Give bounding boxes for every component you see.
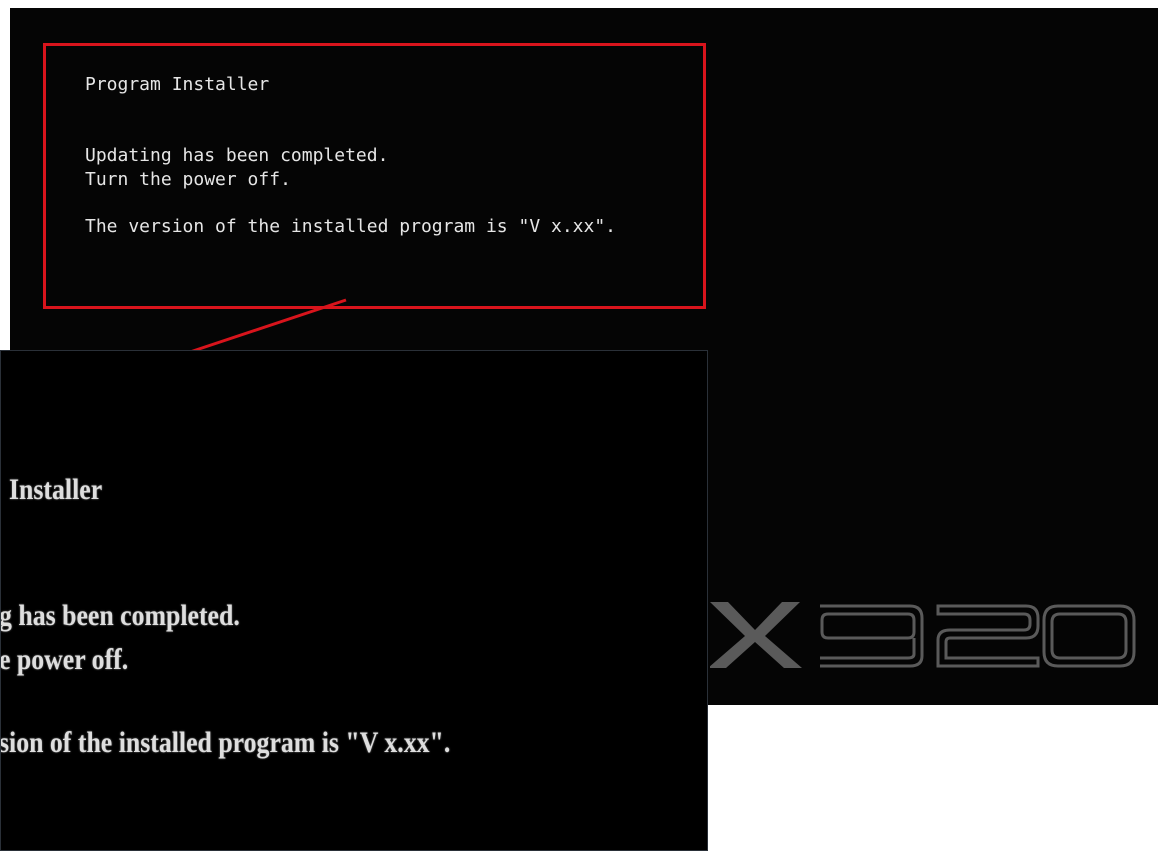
version-message: The version of the installed program is …	[85, 216, 617, 237]
zoomed-detail-panel: Installer g has been completed. e power …	[0, 350, 708, 851]
zoom-installer-title: Installer	[9, 473, 103, 506]
zoom-power-off-message: e power off.	[0, 643, 129, 676]
model-logo-watermark	[710, 602, 1136, 668]
power-off-message: Turn the power off.	[85, 169, 291, 190]
completed-message: Updating has been completed.	[85, 145, 389, 166]
installer-title: Program Installer	[85, 74, 270, 95]
zoom-version-message: sion of the installed program is "V x.xx…	[0, 726, 451, 759]
zoom-completed-message: g has been completed.	[0, 599, 240, 632]
